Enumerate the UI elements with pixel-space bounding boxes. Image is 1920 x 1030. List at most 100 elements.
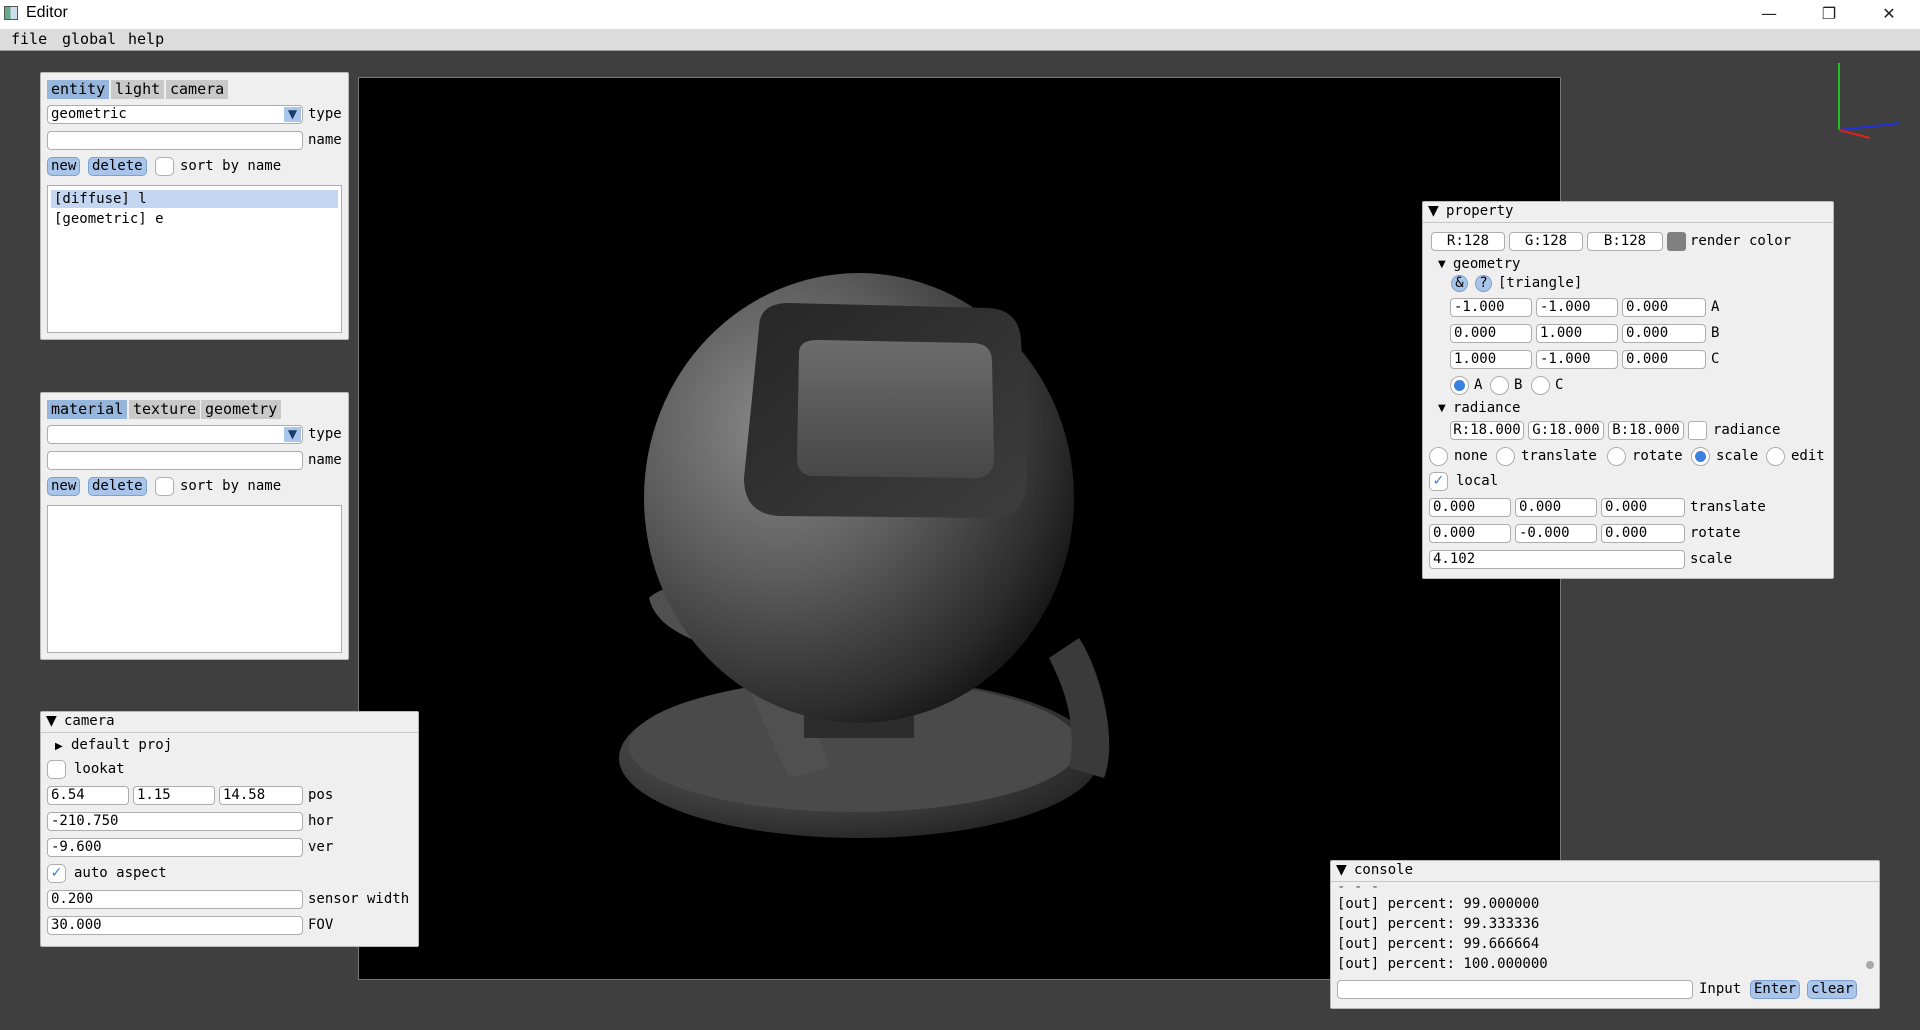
entity-sort-checkbox[interactable] [155, 157, 174, 176]
material-sort-checkbox[interactable] [155, 477, 174, 496]
pos-y-field[interactable]: 1.15 [133, 786, 215, 805]
collapse-icon[interactable]: ▼ [46, 712, 57, 731]
axis-gizmo [1838, 63, 1901, 139]
material-name-input[interactable] [47, 451, 303, 470]
expand-icon[interactable]: ▶ [55, 737, 63, 756]
help-button[interactable]: ? [1475, 275, 1492, 292]
mode-edit-radio[interactable] [1766, 447, 1785, 466]
mode-rotate-radio[interactable] [1607, 447, 1626, 466]
minimize-icon[interactable]: — [1746, 0, 1792, 29]
console-output[interactable]: - - - [out] percent: 99.000000 [out] per… [1331, 882, 1867, 977]
vertex-c-y[interactable]: -1.000 [1536, 350, 1618, 369]
restore-icon[interactable]: ❐ [1806, 0, 1852, 29]
amp-button[interactable]: & [1451, 275, 1468, 292]
tab-entity[interactable]: entity [47, 80, 110, 99]
console-enter-button[interactable]: Enter [1750, 980, 1801, 999]
collapse-icon[interactable]: ▼ [1428, 202, 1439, 221]
hor-field[interactable]: -210.750 [47, 812, 303, 831]
vertex-b-label: B [1711, 325, 1720, 341]
radiance-r[interactable]: R:18.000 [1450, 421, 1524, 440]
collapse-icon[interactable]: ▼ [1438, 255, 1446, 274]
close-icon[interactable]: ✕ [1866, 0, 1912, 29]
collapse-icon[interactable]: ▼ [1438, 399, 1446, 418]
tab-light[interactable]: light [111, 80, 165, 99]
translate-z[interactable]: 0.000 [1601, 498, 1685, 517]
rotate-z[interactable]: 0.000 [1601, 524, 1685, 543]
chevron-down-icon[interactable]: ▼ [284, 427, 301, 442]
menu-file[interactable]: file [11, 30, 47, 48]
render-viewport[interactable] [358, 77, 1561, 980]
render-color-g[interactable]: G:128 [1509, 232, 1583, 251]
console-input[interactable] [1337, 980, 1693, 999]
radiance-g[interactable]: G:18.000 [1528, 421, 1604, 440]
material-new-button[interactable]: new [47, 477, 81, 496]
list-item[interactable]: [geometric] e [51, 210, 338, 228]
pos-x-field[interactable]: 6.54 [47, 786, 129, 805]
pos-z-field[interactable]: 14.58 [219, 786, 303, 805]
radiance-b[interactable]: B:18.000 [1608, 421, 1684, 440]
mode-translate-radio[interactable] [1496, 447, 1515, 466]
geometry-section-title[interactable]: geometry [1453, 255, 1520, 274]
material-type-select[interactable]: ▼ [47, 425, 303, 444]
console-clear-button[interactable]: clear [1807, 980, 1858, 999]
vertex-a-z[interactable]: 0.000 [1622, 298, 1706, 317]
tab-geometry[interactable]: geometry [201, 400, 282, 419]
fov-field[interactable]: 30.000 [47, 916, 303, 935]
console-panel-header[interactable]: ▼ console [1331, 861, 1879, 882]
vertex-c-x[interactable]: 1.000 [1450, 350, 1532, 369]
vertex-b-x[interactable]: 0.000 [1450, 324, 1532, 343]
vertex-b-radio[interactable] [1490, 376, 1509, 395]
material-panel: material texture geometry ▼ type name ne… [40, 392, 349, 660]
auto-aspect-checkbox[interactable]: ✓ [47, 864, 66, 883]
hor-label: hor [308, 813, 334, 829]
material-type-label: type [308, 426, 342, 442]
ver-field[interactable]: -9.600 [47, 838, 303, 857]
menu-global[interactable]: global [62, 30, 116, 48]
radiance-section-title[interactable]: radiance [1453, 399, 1520, 418]
translate-y[interactable]: 0.000 [1515, 498, 1597, 517]
camera-panel-header[interactable]: ▼ camera [41, 712, 418, 733]
entity-list[interactable]: [diffuse] l [geometric] e [47, 185, 342, 333]
console-scrollbar-thumb[interactable] [1866, 961, 1874, 969]
mode-scale-label: scale [1716, 448, 1759, 464]
render-color-r[interactable]: R:128 [1431, 232, 1505, 251]
sensor-width-field[interactable]: 0.200 [47, 890, 303, 909]
render-color-swatch[interactable] [1667, 232, 1686, 251]
entity-delete-button[interactable]: delete [88, 157, 147, 176]
vertex-c-z[interactable]: 0.000 [1622, 350, 1706, 369]
menu-help[interactable]: help [128, 30, 164, 48]
lookat-checkbox[interactable] [47, 760, 66, 779]
vertex-a-y[interactable]: -1.000 [1536, 298, 1618, 317]
tab-material[interactable]: material [47, 400, 128, 419]
tab-camera[interactable]: camera [166, 80, 229, 99]
local-checkbox[interactable]: ✓ [1429, 472, 1448, 491]
material-list[interactable] [47, 505, 342, 653]
vertex-b-z[interactable]: 0.000 [1622, 324, 1706, 343]
mode-none-radio[interactable] [1429, 447, 1448, 466]
mode-scale-radio[interactable] [1691, 447, 1710, 466]
mode-rotate-label: rotate [1632, 448, 1683, 464]
default-proj-node[interactable]: default proj [71, 736, 172, 755]
ver-label: ver [308, 839, 334, 855]
list-item[interactable]: [diffuse] l [51, 190, 338, 208]
shape-type-label: [triangle] [1498, 275, 1583, 291]
render-color-b[interactable]: B:128 [1587, 232, 1663, 251]
property-panel-header[interactable]: ▼ property [1423, 202, 1833, 223]
collapse-icon[interactable]: ▼ [1336, 861, 1347, 880]
entity-new-button[interactable]: new [47, 157, 81, 176]
vertex-b-y[interactable]: 1.000 [1536, 324, 1618, 343]
rotate-x[interactable]: 0.000 [1429, 524, 1511, 543]
vertex-a-radio[interactable] [1450, 376, 1469, 395]
radiance-color-swatch[interactable] [1688, 421, 1707, 440]
chevron-down-icon[interactable]: ▼ [284, 107, 301, 122]
rotate-y[interactable]: -0.000 [1515, 524, 1597, 543]
scale-field[interactable]: 4.102 [1429, 550, 1685, 569]
property-panel: ▼ property R:128 G:128 B:128 render colo… [1422, 201, 1834, 579]
entity-name-input[interactable] [47, 131, 303, 150]
translate-x[interactable]: 0.000 [1429, 498, 1511, 517]
material-delete-button[interactable]: delete [88, 477, 147, 496]
vertex-c-radio[interactable] [1531, 376, 1550, 395]
vertex-a-x[interactable]: -1.000 [1450, 298, 1532, 317]
tab-texture[interactable]: texture [129, 400, 201, 419]
entity-type-select[interactable]: geometric ▼ [47, 105, 303, 124]
